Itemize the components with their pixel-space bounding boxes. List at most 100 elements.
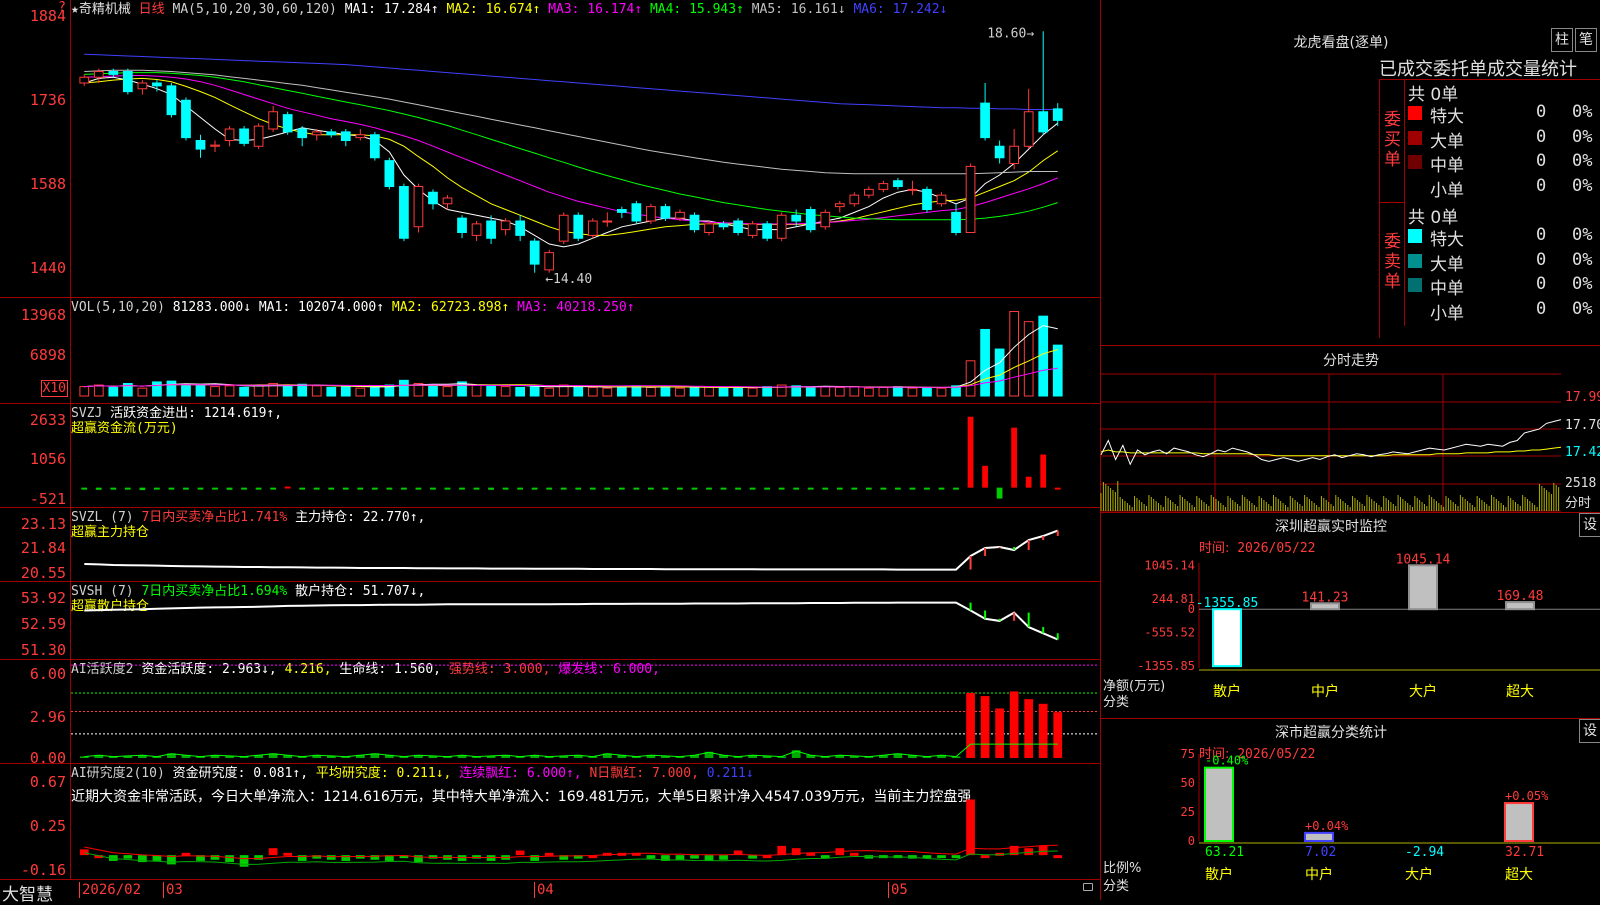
research-bar: [1038, 845, 1048, 856]
research-bar: [341, 855, 351, 861]
volume-bar: [326, 386, 337, 397]
fund-flow-bar: [749, 487, 756, 490]
lhb-tabs: 已成交委托单成交量统计: [1379, 55, 1600, 80]
kline-panel[interactable]: 1884 1736 1588 1440 ? ★奇精机械 日线 MA(5,10,2…: [0, 0, 1100, 298]
volume-bar: [253, 384, 264, 397]
candle-body: [675, 211, 685, 219]
fund-flow-bar: [168, 487, 175, 490]
fund-flow-bar: [255, 487, 262, 490]
category-ratio-chart[interactable]: 75 50 25 0 -0.40% 63.21 散户 +0.04% 7.02 中户 -2.94 大户 +…: [1101, 719, 1600, 901]
research-chart[interactable]: [71, 764, 1099, 879]
ratio-bar: [1204, 766, 1234, 842]
fund-flow-bar: [139, 487, 146, 491]
fund-flow-bar: [81, 487, 88, 490]
category-label: 散户: [1205, 866, 1233, 883]
help-mark[interactable]: ?: [58, 0, 66, 15]
ratio-change-label: -0.40%: [1205, 754, 1249, 768]
fund-flow-bar: [459, 487, 465, 490]
ratio-y-tick: 25: [1181, 805, 1195, 819]
ratio-y-tick: 0: [1188, 834, 1195, 848]
fenshi-panel[interactable]: 分时走势 17.99 17.70 17.42 2518 分时: [1100, 345, 1600, 512]
volume-bar: [195, 384, 206, 397]
volume-bar: [573, 386, 584, 397]
research-bar: [1053, 855, 1063, 859]
tab-orders[interactable]: 委托单: [1433, 59, 1487, 79]
candle-body: [573, 214, 584, 239]
ai-research-panel[interactable]: 0.67 0.25 -0.16 AI研究度2(10) 资金研究度: 0.081↑…: [0, 764, 1100, 880]
high-price-label: 18.60→: [987, 26, 1034, 41]
candle-body: [965, 165, 976, 233]
fund-flow-bar: [284, 486, 291, 489]
research-bar: [530, 855, 540, 861]
volume-bar: [340, 386, 351, 397]
research-bar: [472, 855, 481, 859]
activity-bar: [1024, 699, 1034, 758]
vol-panel[interactable]: 13968 6898 X10 VOL(5,10,20) 81283.000↓ M…: [0, 298, 1100, 404]
lock-icon[interactable]: [1083, 883, 1093, 891]
candle-body: [878, 183, 889, 190]
fund-flow-bar: [401, 487, 407, 490]
main-force-chart[interactable]: [71, 508, 1099, 581]
intraday-price-line: [1100, 419, 1562, 466]
volume-bar: [181, 383, 191, 397]
volume-bar: [907, 387, 918, 397]
ai-active-panel[interactable]: 6.00 2.96 0.00 AI活跃度2 资金活跃度: 2.963↓, 4.2…: [0, 660, 1100, 766]
volume-bar: [1038, 315, 1049, 397]
ratio-value-label: 7.02: [1305, 845, 1336, 860]
order-type: 特大: [1430, 230, 1464, 250]
bar-mode-button[interactable]: 柱: [1551, 28, 1573, 52]
candle-body: [1038, 111, 1049, 133]
svzl-panel[interactable]: 23.13 21.84 20.55 SVZL (7) 7日内买卖净占比1.741…: [0, 508, 1100, 582]
candle-body: [471, 223, 482, 236]
svzl-y-tick: 23.13: [20, 515, 66, 533]
candle-body: [616, 209, 627, 213]
candle-body: [428, 191, 438, 205]
fund-flow-bar: [546, 487, 553, 490]
fund-flow-bar: [880, 487, 887, 490]
candle-body: [384, 160, 395, 187]
volume-chart[interactable]: [71, 298, 1099, 403]
tab-volume-stats[interactable]: 成交量统计: [1487, 59, 1577, 79]
activity-chart[interactable]: [71, 660, 1099, 763]
candle-body: [863, 188, 874, 196]
sz-class-panel[interactable]: 深市超赢分类统计 设 时间: 2026/05/22 比例% 分类 75 50 25 0…: [1100, 718, 1600, 900]
candle-body: [791, 214, 802, 222]
candle-body: [311, 131, 322, 136]
order-pct: 0%: [1572, 151, 1593, 171]
ai-active-y-axis: 6.00 2.96 0.00: [0, 660, 71, 766]
fund-flow-bar: [473, 487, 480, 490]
ratio-bar: [1504, 802, 1534, 842]
fund-flow-bar: [342, 487, 349, 490]
svzj-panel[interactable]: 2633 1056 -521 SVZJ 活跃资金进出: 1214.619↑, 超…: [0, 404, 1100, 508]
research-bar: [849, 852, 859, 856]
fenshi-y-tick: 17.42: [1565, 445, 1600, 460]
category-label: 超大: [1505, 867, 1533, 883]
fund-flow-bar: [967, 416, 974, 488]
tick-mode-button[interactable]: 笔: [1575, 28, 1597, 52]
volume-bar: [282, 386, 293, 397]
tab-done[interactable]: 已成交: [1379, 59, 1433, 79]
candle-body: [834, 203, 845, 208]
fund-flow-bar: [865, 487, 872, 490]
fund-flow-bar: [444, 487, 451, 490]
ai-research-y-tick: 0.67: [29, 773, 66, 791]
vol-y-tick: 13968: [20, 306, 66, 324]
order-row: 小单 0 0%: [1404, 176, 1600, 201]
sz-monitor-panel[interactable]: 深圳超赢实时监控 设 时间: 2026/05/22 净额(万元) 分类 1045…: [1100, 512, 1600, 718]
candle-body: [340, 131, 351, 141]
order-type: 中单: [1430, 279, 1464, 299]
candle-body: [79, 76, 90, 84]
net-amount-chart[interactable]: 1045.14244.810-555.52-1355.85-1355.85散户1…: [1101, 513, 1600, 719]
svsh-panel[interactable]: 53.92 52.59 51.30 SVSH (7) 7日内买卖净占比1.694…: [0, 582, 1100, 660]
retail-chart[interactable]: [71, 582, 1099, 659]
retail-line: [84, 601, 1059, 641]
vol-y-tick: 6898: [29, 346, 66, 364]
fund-flow-bar: [764, 487, 770, 490]
svsh-y-tick: 51.30: [20, 641, 66, 659]
lhb-title: 龙虎看盘(逐单): [1293, 35, 1389, 51]
candle-body: [152, 82, 162, 87]
fund-flow-chart[interactable]: [71, 404, 1099, 507]
x-tick-label: 03: [163, 882, 183, 898]
candlestick-chart[interactable]: 18.60→ ←14.40: [71, 0, 1099, 297]
intraday-chart[interactable]: [1100, 373, 1563, 512]
